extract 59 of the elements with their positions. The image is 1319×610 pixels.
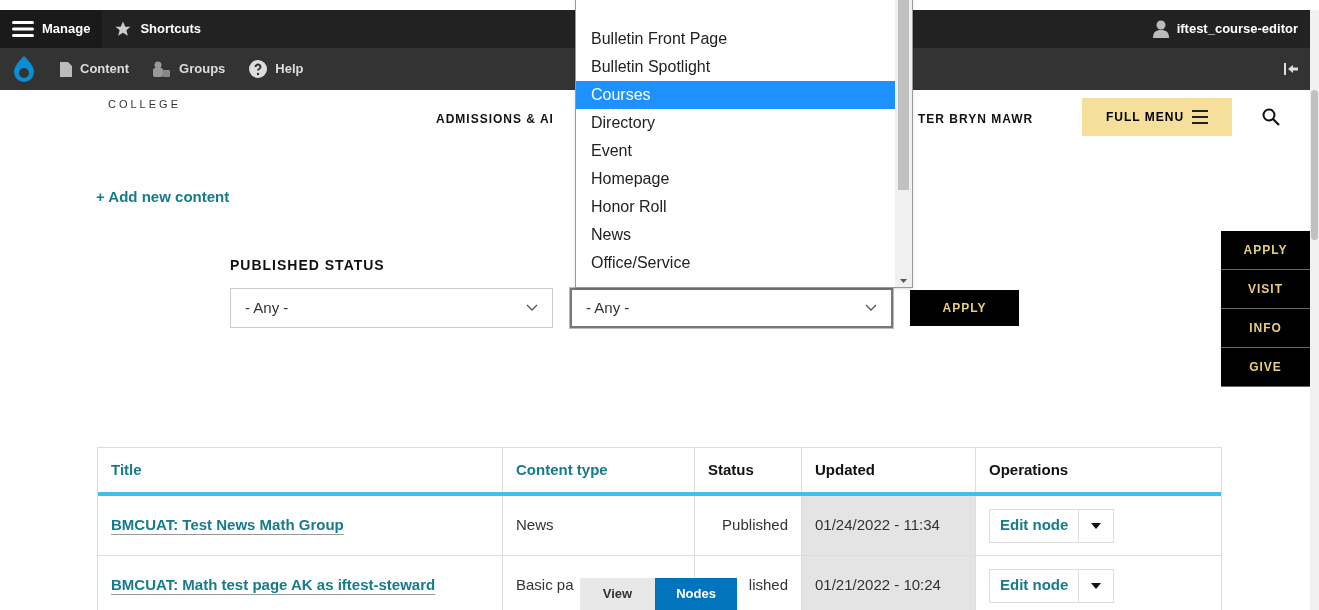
toolbar-link[interactable]: Help [237,59,316,79]
nav-link[interactable]: ADMISSIONS & AI [436,110,554,128]
filter-label: PUBLISHED STATUS [230,256,386,275]
scrollbar[interactable] [1310,10,1319,610]
collapse-icon[interactable] [1284,63,1298,75]
table-cell-text: 01/21/2022 - 10:24 [815,575,941,596]
drop-logo-icon [12,55,36,83]
shortcuts-button[interactable]: Shortcuts [102,10,214,48]
menu-icon [12,20,34,38]
chevron-down-icon [526,304,538,312]
column-header: Updated [802,448,976,492]
table-cell-text: lished [748,575,788,596]
user-button[interactable]: iftest_course-editor [1140,10,1310,48]
table-cell-text: News [516,515,554,536]
toolbar-link[interactable]: Groups [141,59,238,79]
column-header[interactable]: Title [98,448,503,492]
list-scrollbar[interactable] [895,0,912,287]
dropdown-option[interactable]: Bulletin Spotlight [576,53,895,81]
column-header: Operations [988,459,1070,480]
side-button[interactable]: INFO [1221,309,1310,348]
scroll-down-icon [900,279,907,283]
logo-text: COLLEGE [108,97,181,112]
tab[interactable]: Nodes [655,578,737,610]
column-header[interactable]: Content type [503,448,695,492]
dropdown-option[interactable]: Honor Roll [576,193,895,221]
caret-icon [1091,522,1102,529]
chevron-down-icon [865,304,877,312]
side-button[interactable]: GIVE [1221,348,1310,387]
dropdown-option[interactable]: Office/Service [576,249,895,277]
nav-link[interactable]: TER BRYN MAWR [918,110,1034,128]
dropdown-option[interactable]: Homepage [576,165,895,193]
table-cell-text: Basic pa [516,575,574,596]
select-field[interactable]: - Any - [230,288,553,328]
toolbar-link[interactable]: Content [48,59,142,79]
table-cell-text: 01/24/2022 - 11:34 [815,515,940,536]
add-content-link[interactable]: + Add new content [96,188,230,205]
title-link[interactable]: BMCUAT: Math test page AK as iftest-steward [111,574,436,597]
side-button[interactable]: VISIT [1221,270,1310,309]
menu-icon [1192,110,1209,124]
caret-icon [1091,582,1102,589]
user-icon [1152,20,1169,38]
column-header: Status [695,448,802,492]
help-icon [249,60,268,78]
tab[interactable]: View [580,578,655,610]
table-cell-text: Published [722,515,788,536]
star-icon [114,20,133,38]
document-icon [60,61,72,77]
manage-button[interactable]: Manage [0,10,103,48]
side-button[interactable]: APPLY [1221,231,1310,270]
dropdown-option[interactable]: Bulletin Front Page [576,25,895,53]
full-menu-button[interactable]: FULL MENU [1082,98,1232,136]
title-link[interactable]: BMCUAT: Test News Math Group [111,514,344,537]
people-icon [153,61,172,77]
dropdown-option[interactable]: Event [576,137,895,165]
dropdown-option[interactable]: News [576,221,895,249]
search-icon[interactable] [1262,108,1280,126]
dropdown-option[interactable]: Directory [576,109,895,137]
select-field[interactable]: - Any - [570,288,893,328]
apply-button[interactable]: APPLY [910,290,1019,326]
